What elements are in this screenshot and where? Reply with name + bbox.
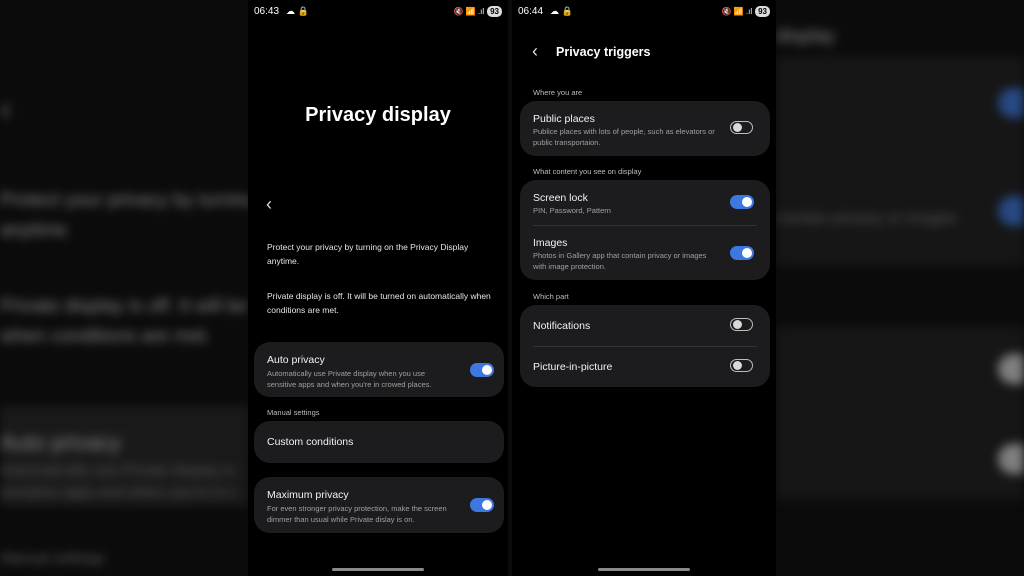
auto-privacy-title: Auto privacy — [267, 354, 325, 366]
manual-settings-label: Manual settings — [267, 408, 320, 417]
maximum-privacy-toggle[interactable] — [470, 498, 494, 512]
where-you-are-label: Where you are — [533, 88, 583, 97]
custom-conditions-title: Custom conditions — [267, 436, 354, 448]
toggle-knob — [733, 320, 742, 329]
status-time: 06:43 — [254, 6, 280, 17]
blur-toggle — [998, 88, 1024, 118]
back-button[interactable]: ‹ — [532, 41, 538, 62]
privacy-display-screen: 06:43 ☁ 🔒 🔇 📶 .ıl 93 Privacy display ‹ P… — [248, 0, 508, 576]
toggle-knob — [482, 365, 492, 375]
pip-title: Picture-in-picture — [533, 361, 613, 373]
blur-toggle — [998, 196, 1024, 226]
blur-line: anytime. — [0, 220, 72, 241]
home-indicator[interactable] — [598, 568, 690, 571]
public-places-toggle[interactable] — [730, 121, 753, 134]
notifications-toggle[interactable] — [730, 318, 753, 331]
battery-icon: 93 — [755, 6, 770, 17]
toggle-knob — [733, 123, 742, 132]
blur-card — [776, 56, 1024, 266]
custom-conditions-item[interactable]: Custom conditions — [254, 421, 504, 463]
screen-lock-subtitle: PIN, Password, Pattern — [533, 206, 611, 215]
public-places-item[interactable]: Public places Publice places with lots o… — [520, 101, 770, 156]
intro-text: Protect your privacy by turning on the P… — [267, 242, 469, 266]
blur-line: display — [776, 26, 836, 47]
which-part-label: Which part — [533, 292, 569, 301]
images-toggle[interactable] — [730, 246, 754, 260]
which-part-card: Notifications Picture-in-picture — [520, 305, 770, 387]
toggle-knob — [482, 500, 492, 510]
chevron-left-icon: ‹ — [0, 90, 12, 128]
maximum-privacy-title: Maximum privacy — [267, 489, 349, 501]
blur-line: Auto privacy — [0, 430, 122, 455]
images-title: Images — [533, 237, 568, 249]
toggle-knob — [733, 361, 742, 370]
images-subtitle: Photos in Gallery app that contain priva… — [533, 251, 707, 271]
battery-icon: 93 — [487, 6, 502, 17]
auto-privacy-item[interactable]: Auto privacy Automatically use Private d… — [254, 342, 504, 397]
status-signal-icon: 🔇 📶 .ıl — [453, 7, 485, 16]
privacy-triggers-screen: 06:44 ☁ 🔒 🔇 📶 .ıl 93 ‹ Privacy triggers … — [512, 0, 776, 576]
status-signal-icon: 🔇 📶 .ıl — [721, 7, 753, 16]
chevron-left-icon: ‹ — [266, 194, 272, 214]
background-right-blur: display contain privacy or images — [776, 0, 1024, 576]
notifications-title: Notifications — [533, 320, 591, 332]
status-bar: 06:43 ☁ 🔒 🔇 📶 .ıl 93 — [254, 6, 502, 20]
auto-privacy-toggle[interactable] — [470, 363, 494, 377]
public-places-title: Public places — [533, 113, 595, 125]
screen-lock-toggle[interactable] — [730, 195, 754, 209]
blur-line: contain privacy or images — [776, 210, 958, 227]
background-left-blur: ‹ Protect your privacy by turning anytim… — [0, 0, 250, 576]
back-button[interactable]: ‹ — [266, 194, 272, 215]
home-indicator[interactable] — [332, 568, 424, 571]
blur-line: when conditions are met. — [0, 326, 212, 347]
blur-card — [776, 326, 1024, 500]
screen-lock-title: Screen lock — [533, 192, 588, 204]
pip-toggle[interactable] — [730, 359, 753, 372]
status-bar: 06:44 ☁ 🔒 🔇 📶 .ıl 93 — [518, 6, 770, 20]
chevron-left-icon: ‹ — [532, 41, 538, 61]
maximum-privacy-subtitle: For even stronger privacy protection, ma… — [267, 504, 447, 524]
status-right-icons: 🔇 📶 .ıl 93 — [721, 6, 770, 17]
content-label: What content you see on display — [533, 167, 642, 176]
blur-line: Protect your privacy by turning — [0, 190, 250, 211]
divider — [533, 346, 757, 347]
status-text: Private display is off. It will be turne… — [267, 291, 491, 315]
blur-line: Manual settings — [0, 550, 106, 567]
content-card: Screen lock PIN, Password, Pattern Image… — [520, 180, 770, 280]
maximum-privacy-item[interactable]: Maximum privacy For even stronger privac… — [254, 477, 504, 533]
blur-line: Private display is off. It will be — [0, 296, 248, 317]
page-title: Privacy display — [305, 104, 451, 126]
status-left-icons: ☁ 🔒 — [550, 6, 573, 16]
page-title: Privacy triggers — [556, 45, 651, 59]
status-right-icons: 🔇 📶 .ıl 93 — [453, 6, 502, 17]
auto-privacy-subtitle: Automatically use Private display when y… — [267, 369, 432, 389]
blur-line: sensitive apps and when you're in c — [0, 484, 237, 501]
status-time: 06:44 — [518, 6, 544, 17]
public-places-subtitle: Publice places with lots of people, such… — [533, 127, 715, 147]
divider — [533, 225, 757, 226]
toggle-knob — [742, 197, 752, 207]
toggle-knob — [742, 248, 752, 258]
blur-toggle — [998, 354, 1024, 384]
blur-toggle — [998, 444, 1024, 474]
status-left-icons: ☁ 🔒 — [286, 6, 309, 16]
